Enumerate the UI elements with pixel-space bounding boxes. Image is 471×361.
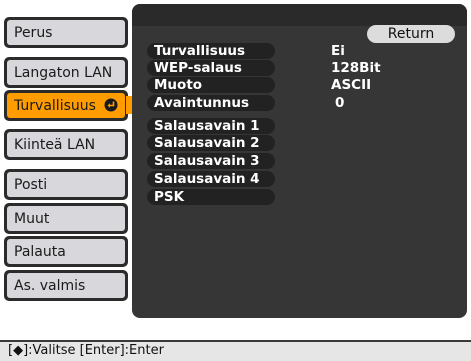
menu-item-as-valmis[interactable]: As. valmis [4,270,128,301]
menu-item-label: Kiinteä LAN [14,136,96,153]
menu-item-label: Palauta [14,243,66,260]
row-label-wep-salaus[interactable]: WEP-salaus [154,60,242,76]
menu-item-posti[interactable]: Posti [4,169,128,200]
menu-item-muut[interactable]: Muut [4,203,128,234]
menu-item-label: Perus [14,24,53,41]
menu-item-perus[interactable]: Perus [4,17,128,48]
enter-text: :Enter [124,343,164,358]
row-label-salausavain-2[interactable]: Salausavain 2 [154,135,260,151]
row-label-muoto[interactable]: Muoto [154,77,202,93]
menu-item-label: Posti [14,176,48,193]
row-value-wep-salaus: 128Bit [331,60,381,76]
row-label-salausavain-4[interactable]: Salausavain 4 [154,171,260,187]
row-label-turvallisuus[interactable]: Turvallisuus [154,43,245,59]
row-label-salausavain-3[interactable]: Salausavain 3 [154,153,260,169]
menu-item-langaton-lan[interactable]: Langaton LAN [4,57,128,88]
status-bar: [◆]:Valitse [Enter]:Enter [0,340,471,361]
select-key-hint: [◆] [8,343,29,358]
menu-item-label: Turvallisuus [14,97,96,114]
panel-header [132,4,467,26]
menu-item-label: Langaton LAN [14,64,113,81]
menu-item-kiintea-lan[interactable]: Kiinteä LAN [4,129,128,160]
menu-item-turvallisuus[interactable]: Turvallisuus [4,90,128,121]
return-button[interactable]: Return [367,25,455,43]
enter-arrow-icon [104,98,118,112]
row-value-avaintunnus: 0 [335,95,345,111]
row-value-muoto: ASCII [331,77,372,93]
menu-item-label: Muut [14,210,50,227]
enter-key-hint: [Enter] [79,343,125,358]
row-label-salausavain-1[interactable]: Salausavain 1 [154,118,260,134]
menu-item-palauta[interactable]: Palauta [4,236,128,267]
select-text: :Valitse [28,343,76,358]
row-value-turvallisuus: Ei [331,43,345,59]
row-label-psk[interactable]: PSK [154,189,184,205]
menu-item-label: As. valmis [14,277,86,294]
row-label-avaintunnus[interactable]: Avaintunnus [154,95,249,111]
